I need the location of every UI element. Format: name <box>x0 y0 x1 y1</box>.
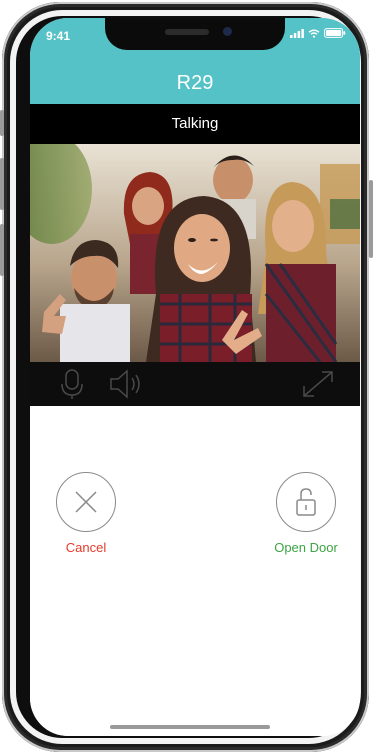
video-feed <box>30 144 360 362</box>
wifi-icon <box>308 29 320 38</box>
unlock-icon <box>296 488 316 516</box>
earpiece <box>165 29 209 35</box>
call-status: Talking <box>171 115 219 132</box>
call-controls <box>30 362 360 406</box>
cancel-label: Cancel <box>65 540 107 555</box>
signal-icon <box>290 28 304 38</box>
page-title: R29 <box>176 72 214 94</box>
battery-icon <box>324 28 346 38</box>
door-actions: Cancel Open Door <box>30 406 360 736</box>
volume-down-button <box>0 224 4 276</box>
speaker-icon[interactable] <box>108 368 144 400</box>
screen: 9:41 R29 Talking Cancel Open Door <box>30 18 360 736</box>
cancel-button[interactable]: Cancel <box>36 472 136 555</box>
home-indicator[interactable] <box>110 725 270 729</box>
status-time: 9:41 <box>46 29 71 43</box>
status-icons <box>290 28 346 38</box>
video-image <box>30 144 360 362</box>
open-door-button[interactable]: Open Door <box>256 472 356 555</box>
mute-switch <box>0 110 4 136</box>
power-button <box>369 180 373 258</box>
microphone-icon[interactable] <box>60 368 84 400</box>
call-status-bar: Talking <box>30 104 360 144</box>
notch <box>105 18 285 50</box>
cancel-circle[interactable] <box>56 472 116 532</box>
volume-up-button <box>0 158 4 210</box>
close-icon <box>75 491 97 513</box>
app-header: 9:41 R29 <box>30 18 360 104</box>
front-camera <box>223 27 232 36</box>
open-door-label: Open Door <box>274 540 338 555</box>
open-door-circle[interactable] <box>276 472 336 532</box>
expand-icon[interactable] <box>300 368 336 400</box>
